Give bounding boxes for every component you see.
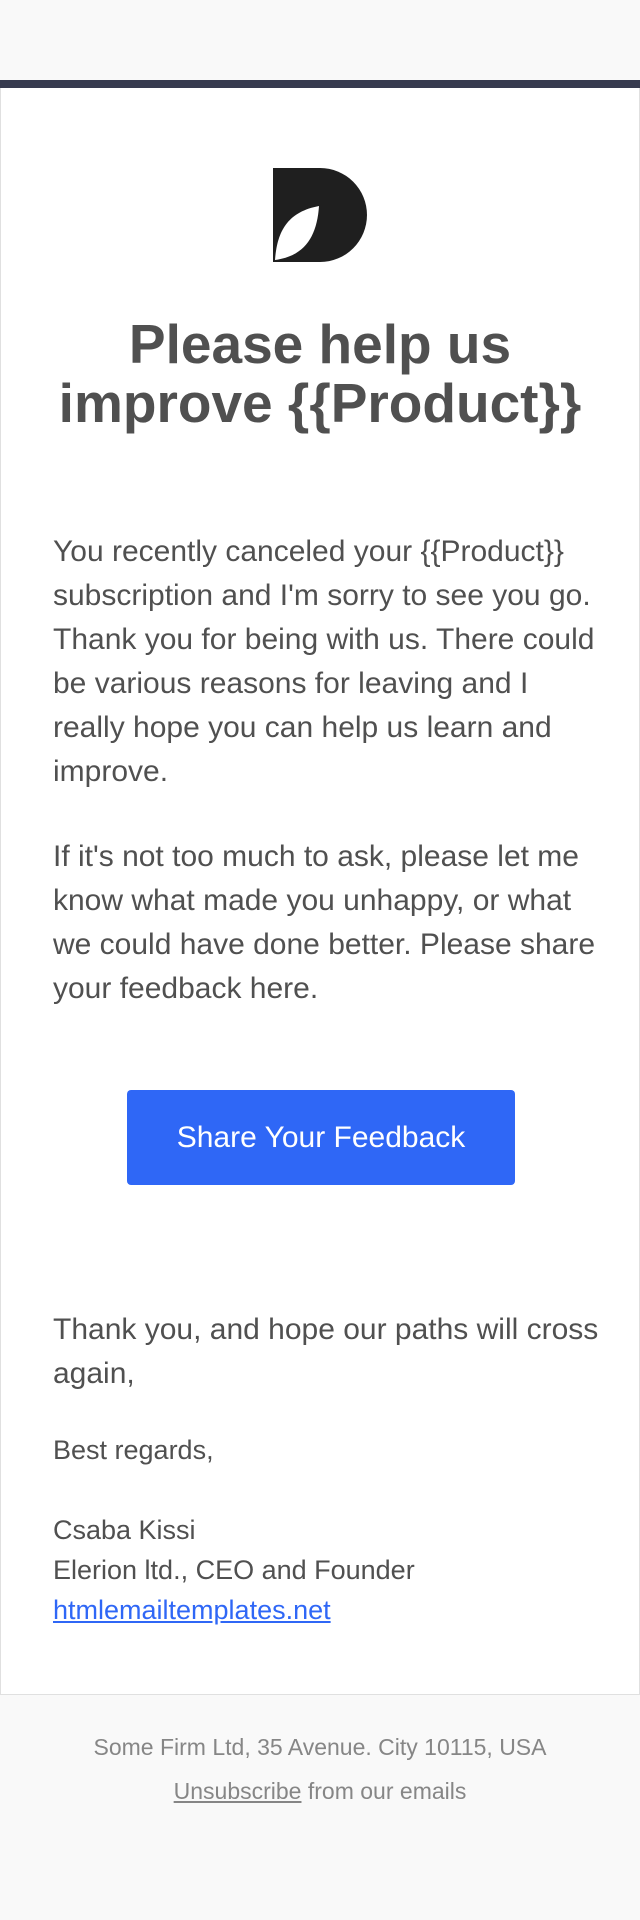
closing-text: Thank you, and hope our paths will cross…: [53, 1313, 599, 1390]
body-paragraph-1: You recently canceled your {{Product}} s…: [53, 535, 595, 788]
unsubscribe-suffix: from our emails: [301, 1778, 467, 1804]
unsubscribe-link[interactable]: Unsubscribe: [174, 1778, 302, 1804]
signature-link[interactable]: htmlemailtemplates.net: [53, 1590, 603, 1630]
footer-address: Some Firm Ltd, 35 Avenue. City 10115, US…: [93, 1734, 547, 1760]
signature-role: Elerion ltd., CEO and Founder: [53, 1555, 415, 1585]
email-card: Please help us improve {{Product}} You r…: [0, 88, 640, 1695]
footer-unsubscribe-line: Unsubscribe from our emails: [0, 1774, 640, 1808]
top-accent-bar: [0, 80, 640, 88]
body-paragraph-2: If it's not too much to ask, please let …: [53, 840, 596, 1005]
share-feedback-button[interactable]: Share Your Feedback: [127, 1090, 515, 1185]
email-title: Please help us improve {{Product}}: [58, 313, 582, 434]
regards-text: Best regards,: [53, 1435, 214, 1465]
signature-name: Csaba Kissi: [53, 1515, 196, 1545]
leaf-d-logo-icon: [273, 168, 367, 262]
